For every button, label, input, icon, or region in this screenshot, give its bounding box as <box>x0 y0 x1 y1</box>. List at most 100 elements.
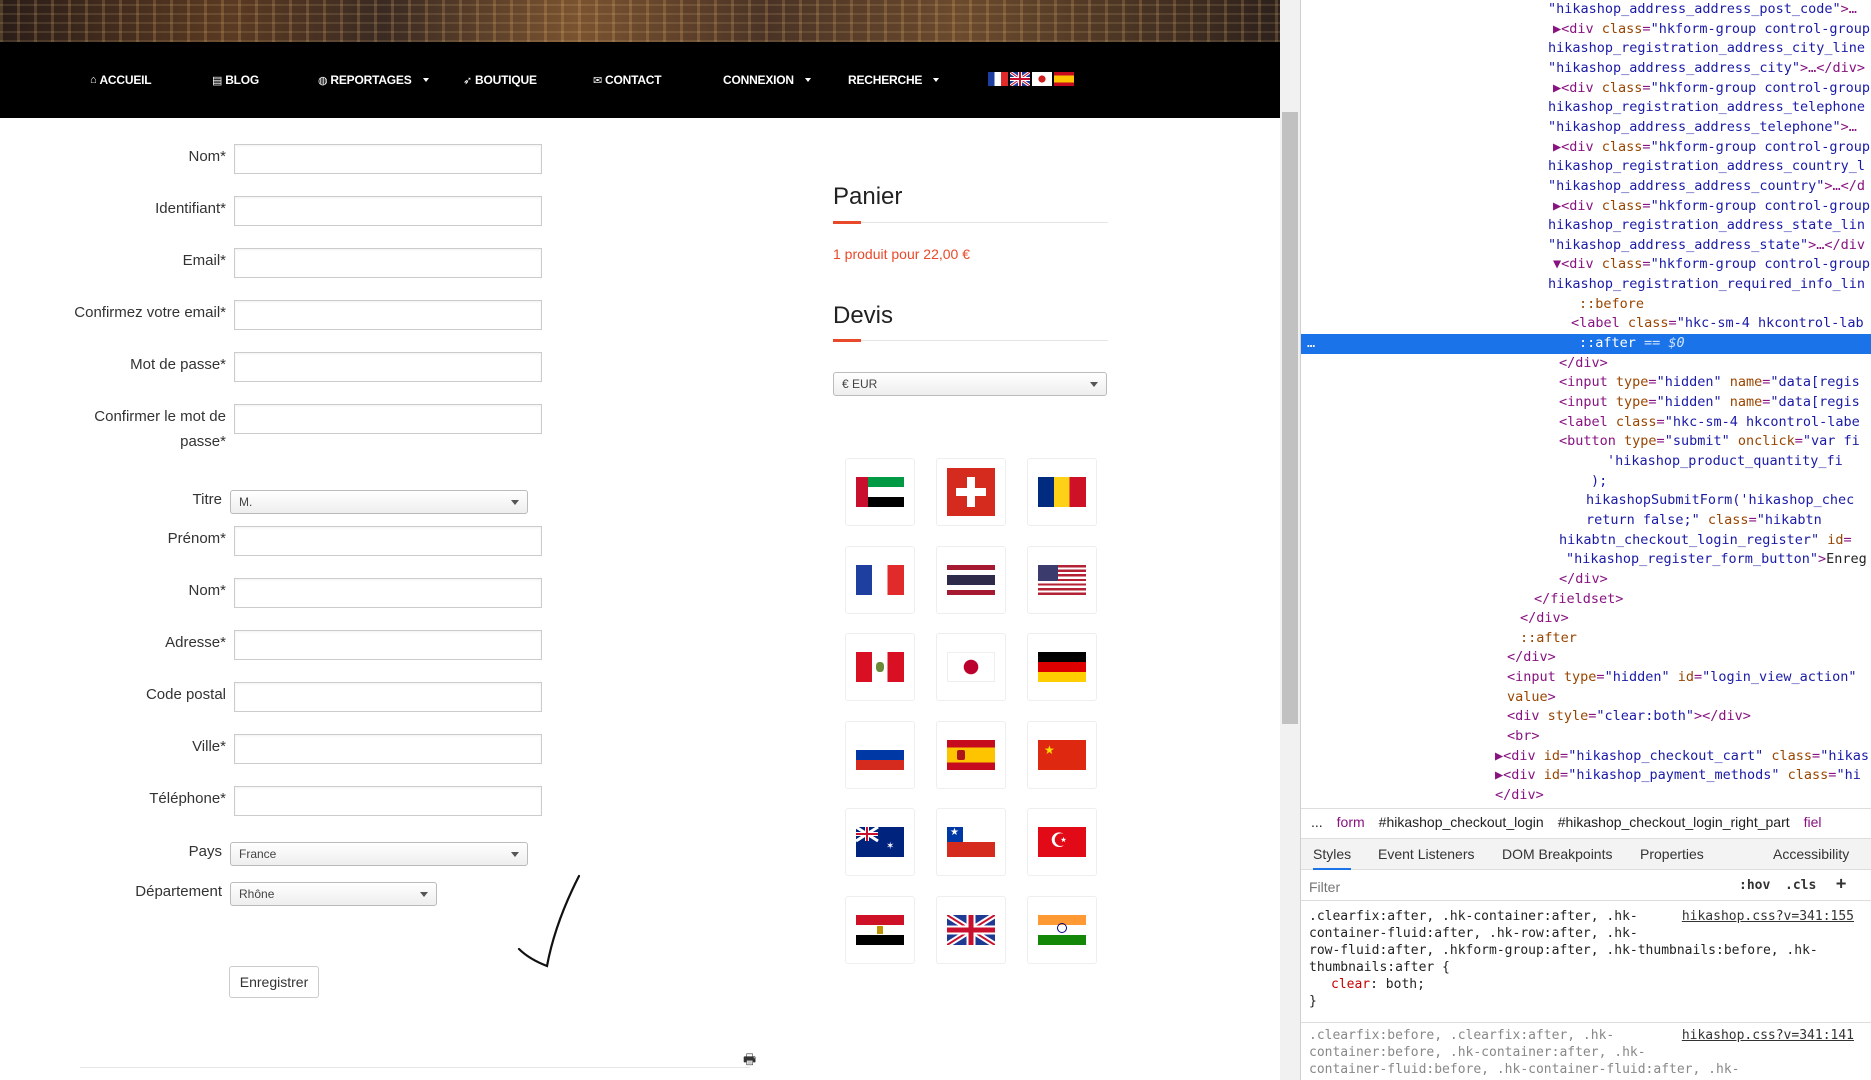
tab-styles[interactable]: Styles <box>1313 846 1352 870</box>
flag-australia-button[interactable]: ✶ <box>845 808 915 876</box>
hover-state-toggle[interactable]: :hov <box>1739 878 1770 893</box>
class-toggle[interactable]: .cls <box>1785 878 1816 893</box>
text-input[interactable] <box>234 734 542 764</box>
dom-node-line[interactable]: </div> <box>1301 648 1871 668</box>
nav-item-reportages[interactable]: ◍ REPORTAGES <box>318 73 429 87</box>
flag-peru-button[interactable] <box>845 633 915 701</box>
more-options-icon[interactable]: … <box>1307 334 1315 354</box>
print-icon[interactable]: 🖶 <box>743 1049 756 1073</box>
dom-node-line[interactable]: </fieldset> <box>1301 590 1871 610</box>
japanese-flag[interactable] <box>1032 72 1052 86</box>
english-flag[interactable] <box>1010 72 1030 86</box>
flag-germany-button[interactable] <box>1027 633 1097 701</box>
flag-usa-button[interactable] <box>1027 546 1097 614</box>
field-select[interactable]: M. <box>230 490 528 514</box>
dom-node-line[interactable]: "hikashop_address_address_state">…</div <box>1301 236 1871 256</box>
dom-node-line[interactable]: ▶<div id="hikashop_payment_methods" clas… <box>1301 766 1871 786</box>
dom-node-line[interactable]: <button type="submit" onclick="var fi <box>1301 432 1871 452</box>
dom-node-line[interactable]: return false;" class="hikabtn <box>1301 511 1871 531</box>
styles-filter-input[interactable] <box>1309 878 1719 896</box>
dom-node-line[interactable]: <br> <box>1301 727 1871 747</box>
nav-item-recherche[interactable]: RECHERCHE <box>848 73 940 87</box>
flag-russia-button[interactable] <box>845 721 915 789</box>
flag-united-kingdom-button[interactable] <box>936 896 1006 964</box>
dom-node-line[interactable]: hikashop_registration_address_state_lin <box>1301 216 1871 236</box>
dom-node-line[interactable]: 'hikashop_product_quantity_fi <box>1301 452 1871 472</box>
dom-node-line[interactable]: "hikashop_address_address_post_code">… <box>1301 0 1871 20</box>
dom-node-line[interactable]: "hikashop_address_address_country">…</d <box>1301 177 1871 197</box>
text-input[interactable] <box>234 352 542 382</box>
tab-dom-breakpoints[interactable]: DOM Breakpoints <box>1502 846 1612 862</box>
tab-accessibility[interactable]: Accessibility <box>1773 846 1849 862</box>
dom-node-line[interactable]: <div style="clear:both"></div> <box>1301 707 1871 727</box>
flag-spain-button[interactable] <box>936 721 1006 789</box>
cart-summary-link[interactable]: 1 produit pour 22,00 € <box>833 246 970 262</box>
flag-chile-button[interactable]: ★ <box>936 808 1006 876</box>
dom-node-line[interactable]: </div> <box>1301 609 1871 629</box>
text-input[interactable] <box>234 578 542 608</box>
dom-node-line[interactable]: <input type="hidden" id="login_view_acti… <box>1301 668 1871 688</box>
tab-properties[interactable]: Properties <box>1640 846 1704 862</box>
text-input[interactable] <box>234 786 542 816</box>
breadcrumb-item[interactable]: #hikashop_checkout_login <box>1379 814 1544 830</box>
flag-india-button[interactable] <box>1027 896 1097 964</box>
nav-item-accueil[interactable]: ⌂ ACCUEIL <box>90 73 152 87</box>
dom-node-line[interactable]: ▶<div class="hkform-group control-group <box>1301 79 1871 99</box>
breadcrumb-item[interactable]: form <box>1337 814 1365 830</box>
css-property-name[interactable]: clear <box>1331 977 1370 992</box>
currency-select[interactable]: € EUR <box>833 372 1107 396</box>
dom-node-line[interactable]: hikashopSubmitForm('hikashop_chec <box>1301 491 1871 511</box>
text-input[interactable] <box>234 196 542 226</box>
flag-thailand-button[interactable] <box>936 546 1006 614</box>
flag-romania-button[interactable] <box>1027 458 1097 526</box>
dom-node-line[interactable]: hikabtn_checkout_login_register" id= <box>1301 531 1871 551</box>
text-input[interactable] <box>234 630 542 660</box>
dom-node-line[interactable]: value> <box>1301 688 1871 708</box>
dom-node-line[interactable]: ::after <box>1301 629 1871 649</box>
dom-node-line[interactable]: hikashop_registration_address_city_line <box>1301 39 1871 59</box>
dom-node-line[interactable]: ▶<div id="hikashop_checkout_cart" class=… <box>1301 747 1871 767</box>
nav-item-contact[interactable]: ✉ CONTACT <box>593 73 662 87</box>
dom-node-line[interactable]: </div> <box>1301 570 1871 590</box>
flag-turkey-button[interactable]: ☪ <box>1027 808 1097 876</box>
dom-node-line[interactable]: <input type="hidden" name="data[regis <box>1301 373 1871 393</box>
breadcrumb-item[interactable]: #hikashop_checkout_login_right_part <box>1558 814 1790 830</box>
dom-node-line[interactable]: "hikashop_address_address_city">…</div> <box>1301 59 1871 79</box>
dom-node-line[interactable]: ::before <box>1301 295 1871 315</box>
flag-france-button[interactable] <box>845 546 915 614</box>
breadcrumb-item[interactable]: ... <box>1311 814 1323 830</box>
breadcrumb-item[interactable]: fiel <box>1804 814 1822 830</box>
flag-uae-button[interactable] <box>845 458 915 526</box>
dom-node-line[interactable]: hikashop_registration_address_country_l <box>1301 157 1871 177</box>
dom-node-line[interactable]: </div> <box>1301 354 1871 374</box>
text-input[interactable] <box>234 144 542 174</box>
dom-node-line[interactable]: </div> <box>1301 786 1871 806</box>
flag-japan-button[interactable] <box>936 633 1006 701</box>
flag-china-button[interactable]: ★ <box>1027 721 1097 789</box>
css-source-link[interactable]: hikashop.css?v=341:155 <box>1682 908 1854 925</box>
flag-switzerland-button[interactable] <box>936 458 1006 526</box>
dom-node-line[interactable]: ▶<div class="hkform-group control-group <box>1301 197 1871 217</box>
css-rule[interactable]: hikashop.css?v=341:141 .clearfix:before, … <box>1301 1022 1871 1078</box>
dom-node-line[interactable]: "hikashop_register_form_button">Enreg <box>1301 550 1871 570</box>
dom-node-line[interactable]: ▶<div class="hkform-group control-group <box>1301 138 1871 158</box>
dom-node-line[interactable]: ▼<div class="hkform-group control-group <box>1301 255 1871 275</box>
spanish-flag[interactable] <box>1054 72 1074 86</box>
dom-node-line[interactable]: hikashop_registration_required_info_lin <box>1301 275 1871 295</box>
dom-node-line[interactable]: hikashop_registration_address_telephone <box>1301 98 1871 118</box>
field-select[interactable]: Rhône <box>230 882 437 906</box>
css-property-value[interactable]: both; <box>1386 977 1425 992</box>
dom-node-line[interactable]: ::after == $0… <box>1301 334 1871 355</box>
dom-node-line[interactable]: <label class="hkc-sm-4 hkcontrol-lab <box>1301 314 1871 334</box>
nav-item-boutique[interactable]: ➶ BOUTIQUE <box>463 73 537 87</box>
new-rule-button[interactable]: + <box>1836 874 1846 894</box>
dom-node-line[interactable]: <input type="hidden" name="data[regis <box>1301 393 1871 413</box>
css-rule[interactable]: hikashop.css?v=341:155 .clearfix:after, .… <box>1301 908 1871 1010</box>
nav-item-connexion[interactable]: CONNEXION <box>723 73 811 87</box>
dom-node-line[interactable]: ▶<div class="hkform-group control-group <box>1301 20 1871 40</box>
nav-item-blog[interactable]: ▤ BLOG <box>212 73 259 87</box>
flag-egypt-button[interactable] <box>845 896 915 964</box>
french-flag[interactable] <box>988 72 1008 86</box>
text-input[interactable] <box>234 300 542 330</box>
text-input[interactable] <box>234 682 542 712</box>
